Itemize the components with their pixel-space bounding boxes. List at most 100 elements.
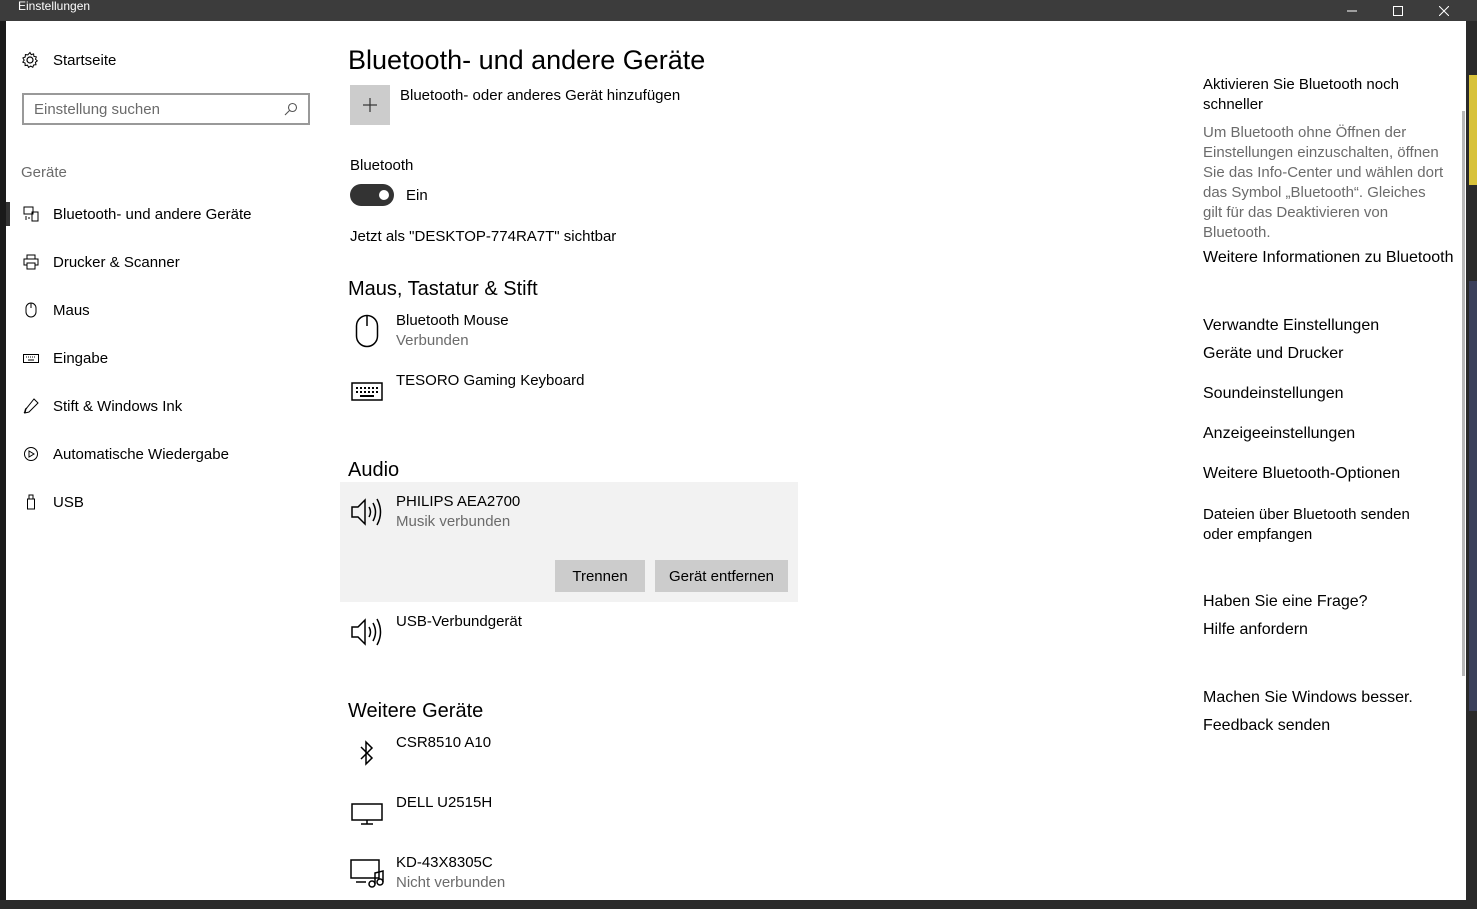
bluetooth-label: Bluetooth: [350, 157, 414, 174]
taskbar-edge: [0, 900, 1477, 909]
send-files-line1: Dateien über Bluetooth senden: [1203, 506, 1410, 523]
device-name: USB-Verbundgerät: [396, 613, 522, 630]
sidebar-item-label: Bluetooth- und andere Geräte: [53, 205, 252, 223]
question-title: Haben Sie eine Frage?: [1203, 593, 1368, 610]
device-name: PHILIPS AEA2700: [396, 493, 521, 510]
sidebar-item-printers[interactable]: Drucker & Scanner: [6, 238, 326, 286]
keyboard-icon: [22, 349, 40, 367]
device-status: Nicht verbunden: [396, 874, 506, 891]
get-help-link[interactable]: Hilfe anfordern: [1203, 621, 1308, 639]
tip-text-line: Sie das Info-Center und wählen dort: [1203, 164, 1444, 181]
sidebar-item-autoplay[interactable]: Automatische Wiedergabe: [6, 430, 326, 478]
scrollbar[interactable]: [1462, 111, 1465, 676]
send-files-line2: oder empfangen: [1203, 526, 1313, 543]
gear-icon: [22, 51, 39, 69]
maximize-button[interactable]: [1375, 0, 1421, 21]
related-link-send-files[interactable]: Dateien über Bluetooth senden oder empfa…: [1203, 505, 1410, 545]
search-icon[interactable]: [284, 102, 298, 116]
device-item[interactable]: CSR8510 A10: [350, 733, 491, 773]
device-item[interactable]: TESORO Gaming Keyboard: [350, 371, 584, 411]
nav-section-label: Geräte: [21, 164, 67, 181]
search-box[interactable]: [22, 93, 310, 125]
tip-text-line: Einstellungen einzuschalten, öffnen: [1203, 144, 1439, 161]
usb-icon: [22, 493, 40, 511]
tip-title-line2: schneller: [1203, 96, 1264, 113]
tip-title-line1: Aktivieren Sie Bluetooth noch: [1203, 76, 1399, 93]
minimize-button[interactable]: [1329, 0, 1375, 21]
bluetooth-devices-icon: [22, 205, 40, 223]
close-icon: [1439, 5, 1449, 16]
device-item[interactable]: KD-43X8305C Nicht verbunden: [350, 853, 505, 893]
feedback-link[interactable]: Feedback senden: [1203, 717, 1330, 735]
feedback-title: Machen Sie Windows besser.: [1203, 689, 1413, 706]
sidebar-item-label: USB: [53, 493, 84, 511]
tip-text-line: Um Bluetooth ohne Öffnen der: [1203, 124, 1407, 141]
mouse-icon: [350, 311, 384, 351]
related-link-bluetooth-options[interactable]: Weitere Bluetooth-Optionen: [1203, 465, 1400, 483]
section-title-audio: Audio: [348, 459, 400, 481]
tip-text-line: gilt für das Deaktivieren von: [1203, 204, 1389, 221]
device-item[interactable]: Bluetooth Mouse Verbunden: [350, 311, 509, 351]
visibility-text: Jetzt als "DESKTOP-774RA7T" sichtbar: [350, 228, 617, 245]
toggle-state-label: Ein: [406, 187, 428, 204]
mouse-icon: [22, 301, 40, 319]
maximize-icon: [1393, 5, 1403, 16]
device-name: Bluetooth Mouse: [396, 312, 509, 329]
speaker-icon: [350, 612, 384, 652]
tip-text-line: das Symbol „Bluetooth“. Gleiches: [1203, 184, 1426, 201]
device-item[interactable]: DELL U2515H: [350, 793, 492, 833]
window-title: Einstellungen: [18, 0, 91, 13]
tip-text: Um Bluetooth ohne Öffnen der Einstellung…: [1203, 123, 1443, 243]
section-title-other: Weitere Geräte: [348, 700, 484, 722]
close-button[interactable]: [1421, 0, 1467, 21]
bluetooth-info-link[interactable]: Weitere Informationen zu Bluetooth: [1203, 249, 1454, 267]
remove-device-button[interactable]: Gerät entfernen: [655, 560, 788, 592]
sidebar-item-label: Drucker & Scanner: [53, 253, 180, 271]
disconnect-button[interactable]: Trennen: [555, 560, 645, 592]
related-link-sound[interactable]: Soundeinstellungen: [1203, 385, 1344, 403]
device-status: Musik verbunden: [396, 513, 511, 530]
sidebar-item-label: Stift & Windows Ink: [53, 397, 183, 415]
related-link-devices-printers[interactable]: Geräte und Drucker: [1203, 345, 1344, 363]
autoplay-icon: [22, 445, 40, 463]
bluetooth-icon: [350, 733, 384, 773]
sidebar-item-mouse[interactable]: Maus: [6, 286, 326, 334]
title-bar: Einstellungen: [0, 0, 1477, 21]
device-name: DELL U2515H: [396, 794, 493, 811]
pen-icon: [22, 397, 40, 415]
related-link-display[interactable]: Anzeigeeinstellungen: [1203, 425, 1355, 443]
add-device-button[interactable]: [350, 85, 390, 125]
device-name: KD-43X8305C: [396, 854, 493, 871]
add-device-row[interactable]: Bluetooth- oder anderes Gerät hinzufügen: [350, 85, 680, 125]
page-title: Bluetooth- und andere Geräte: [348, 45, 706, 75]
sidebar-item-bluetooth[interactable]: Bluetooth- und andere Geräte: [6, 190, 326, 238]
device-item[interactable]: USB-Verbundgerät: [350, 612, 522, 652]
bluetooth-toggle[interactable]: [350, 184, 394, 206]
device-status: Verbunden: [396, 332, 469, 349]
search-input[interactable]: [34, 100, 284, 118]
minimize-icon: [1347, 10, 1357, 11]
device-item-selected[interactable]: PHILIPS AEA2700 Musik verbunden: [350, 492, 520, 532]
sidebar-item-pen[interactable]: Stift & Windows Ink: [6, 382, 326, 430]
device-name: CSR8510 A10: [396, 734, 492, 751]
tip-section: Aktivieren Sie Bluetooth noch schneller: [1203, 75, 1399, 115]
section-title-input: Maus, Tastatur & Stift: [348, 278, 538, 300]
device-name: TESORO Gaming Keyboard: [396, 372, 585, 389]
sidebar-item-label: Automatische Wiedergabe: [53, 445, 229, 463]
printer-icon: [22, 253, 40, 271]
tip-text-line: Bluetooth.: [1203, 224, 1271, 241]
sidebar-item-label: Eingabe: [53, 349, 109, 367]
settings-window: Startseite Geräte Bluetooth- und andere …: [6, 21, 1466, 900]
monitor-icon: [350, 793, 384, 833]
home-label: Startseite: [53, 51, 117, 69]
sidebar-item-label: Maus: [53, 301, 90, 319]
sidebar-item-typing[interactable]: Eingabe: [6, 334, 326, 382]
plus-icon: [363, 98, 377, 112]
sidebar-item-usb[interactable]: USB: [6, 478, 326, 526]
home-link[interactable]: Startseite: [21, 51, 116, 69]
keyboard-icon: [350, 371, 384, 411]
speaker-icon: [350, 492, 384, 532]
background-desktop: [1466, 21, 1477, 900]
media-device-icon: [350, 853, 384, 893]
add-device-label: Bluetooth- oder anderes Gerät hinzufügen: [400, 87, 681, 104]
